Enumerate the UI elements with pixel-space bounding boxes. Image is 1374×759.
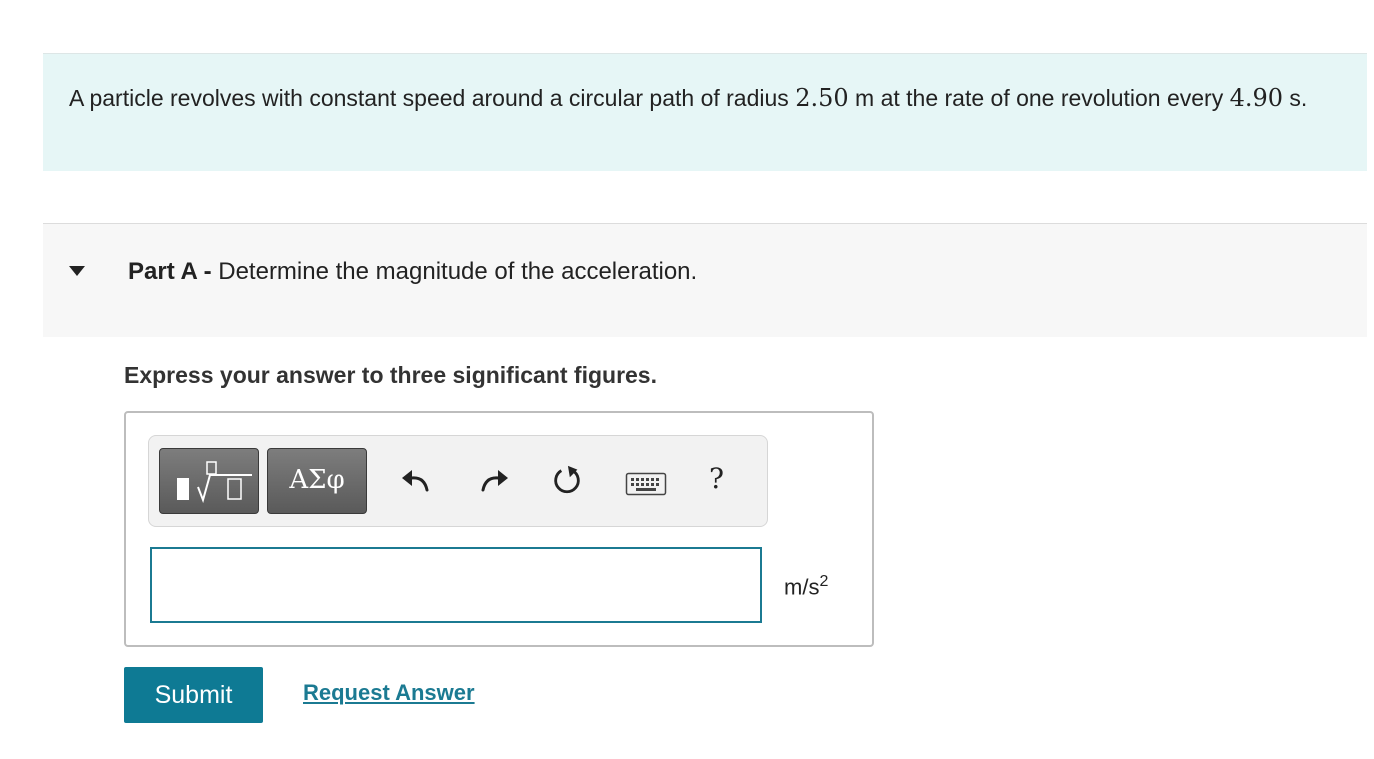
problem-text-part: s. [1283,85,1308,111]
symbols-label: ΑΣφ [289,465,345,495]
keyboard-icon[interactable] [625,472,667,496]
problem-text-part: m at the rate of one revolution every [848,85,1230,111]
templates-icon [177,461,252,504]
templates-button[interactable] [159,448,259,514]
answer-input[interactable] [150,547,762,623]
answer-instructions: Express your answer to three significant… [124,362,657,388]
part-question: Determine the magnitude of the accelerat… [211,258,698,285]
problem-text: A particle revolves with constant speed … [69,82,1329,114]
units-label: m/s2 [784,573,828,600]
reset-icon[interactable] [549,464,585,498]
answer-box: ΑΣφ ? m/s2 [124,411,874,647]
part-a-header[interactable]: Part A - Determine the magnitude of the … [43,223,1367,337]
collapse-caret-icon[interactable] [69,266,85,276]
request-answer-link[interactable]: Request Answer [303,680,475,706]
units-base: m/s [784,574,820,600]
math-toolbar: ΑΣφ ? [148,435,768,527]
period-value: 4.90 [1229,84,1284,112]
submit-button[interactable]: Submit [124,667,263,723]
units-exponent: 2 [819,573,829,590]
problem-text-part: A particle revolves with constant speed … [69,85,796,111]
redo-icon[interactable] [477,466,513,500]
problem-statement-panel: A particle revolves with constant speed … [43,53,1367,171]
radius-value: 2.50 [795,84,849,112]
help-button[interactable]: ? [709,462,724,495]
part-label: Part A - [128,258,212,285]
part-a-title: Part A - Determine the magnitude of the … [128,256,697,288]
undo-icon[interactable] [397,466,433,500]
symbols-button[interactable]: ΑΣφ [267,448,367,514]
